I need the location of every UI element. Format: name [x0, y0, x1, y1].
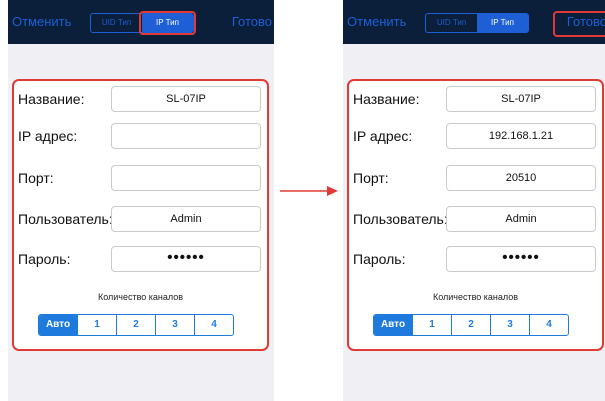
user-field[interactable] [446, 206, 596, 232]
password-field[interactable]: •••••• [446, 246, 596, 272]
spacer-strip [8, 44, 274, 68]
name-field[interactable] [446, 86, 596, 112]
phone-screen-after: Отменить UID Тип IP Тип Готово Название:… [343, 0, 605, 401]
ip-address-label: IP адрес: [353, 128, 413, 144]
password-label: Пароль: [18, 251, 71, 267]
name-field[interactable] [111, 86, 261, 112]
channel-count-label: Количество каналов [97, 292, 184, 302]
name-label: Название: [353, 91, 420, 107]
name-row: Название: [349, 86, 602, 114]
highlight-ip-type [139, 11, 196, 35]
user-label: Пользователь: [353, 211, 448, 227]
user-row: Пользователь: [349, 206, 602, 234]
device-form: Название: IP адрес: Порт: Пользователь: … [12, 79, 269, 351]
tab-uid-type[interactable]: UID Тип [91, 14, 142, 32]
password-row: Пароль: •••••• [349, 246, 602, 274]
connection-type-segmented-control: UID Тип IP Тип [425, 13, 529, 33]
channel-option-2[interactable]: 2 [451, 315, 490, 335]
spacer-strip [343, 44, 605, 68]
cancel-button[interactable]: Отменить [12, 14, 71, 29]
channel-option-2[interactable]: 2 [116, 315, 155, 335]
channel-option-auto[interactable]: Авто [39, 315, 77, 335]
port-label: Порт: [353, 170, 389, 186]
right-arrow-icon [280, 186, 338, 196]
channel-option-3[interactable]: 3 [155, 315, 194, 335]
channel-option-3[interactable]: 3 [490, 315, 529, 335]
port-field[interactable] [111, 165, 261, 191]
done-button[interactable]: Готово [232, 14, 272, 29]
cancel-button[interactable]: Отменить [347, 14, 406, 29]
channel-count-segmented-control: Авто 1 2 3 4 [373, 314, 569, 336]
ip-address-label: IP адрес: [18, 128, 78, 144]
device-form: Название: IP адрес: Порт: Пользователь: … [347, 79, 604, 351]
ip-address-row: IP адрес: [14, 123, 267, 151]
user-row: Пользователь: [14, 206, 267, 234]
ip-address-field[interactable] [111, 123, 261, 149]
channel-option-auto[interactable]: Авто [374, 315, 412, 335]
channel-count-segmented-control: Авто 1 2 3 4 [38, 314, 234, 336]
highlight-done [553, 11, 605, 37]
tab-ip-type[interactable]: IP Тип [477, 14, 528, 32]
name-label: Название: [18, 91, 85, 107]
port-label: Порт: [18, 170, 54, 186]
channel-option-4[interactable]: 4 [529, 315, 568, 335]
password-field[interactable]: •••••• [111, 246, 261, 272]
name-row: Название: [14, 86, 267, 114]
channel-count-label: Количество каналов [432, 292, 519, 302]
ip-address-row: IP адрес: [349, 123, 602, 151]
ip-address-field[interactable] [446, 123, 596, 149]
user-field[interactable] [111, 206, 261, 232]
port-field[interactable] [446, 165, 596, 191]
channel-option-1[interactable]: 1 [412, 315, 451, 335]
port-row: Порт: [14, 165, 267, 193]
tab-uid-type[interactable]: UID Тип [426, 14, 477, 32]
password-label: Пароль: [353, 251, 406, 267]
port-row: Порт: [349, 165, 602, 193]
password-row: Пароль: •••••• [14, 246, 267, 274]
user-label: Пользователь: [18, 211, 113, 227]
phone-screen-before: Отменить UID Тип IP Тип Готово Название:… [8, 0, 274, 401]
channel-option-4[interactable]: 4 [194, 315, 233, 335]
channel-option-1[interactable]: 1 [77, 315, 116, 335]
